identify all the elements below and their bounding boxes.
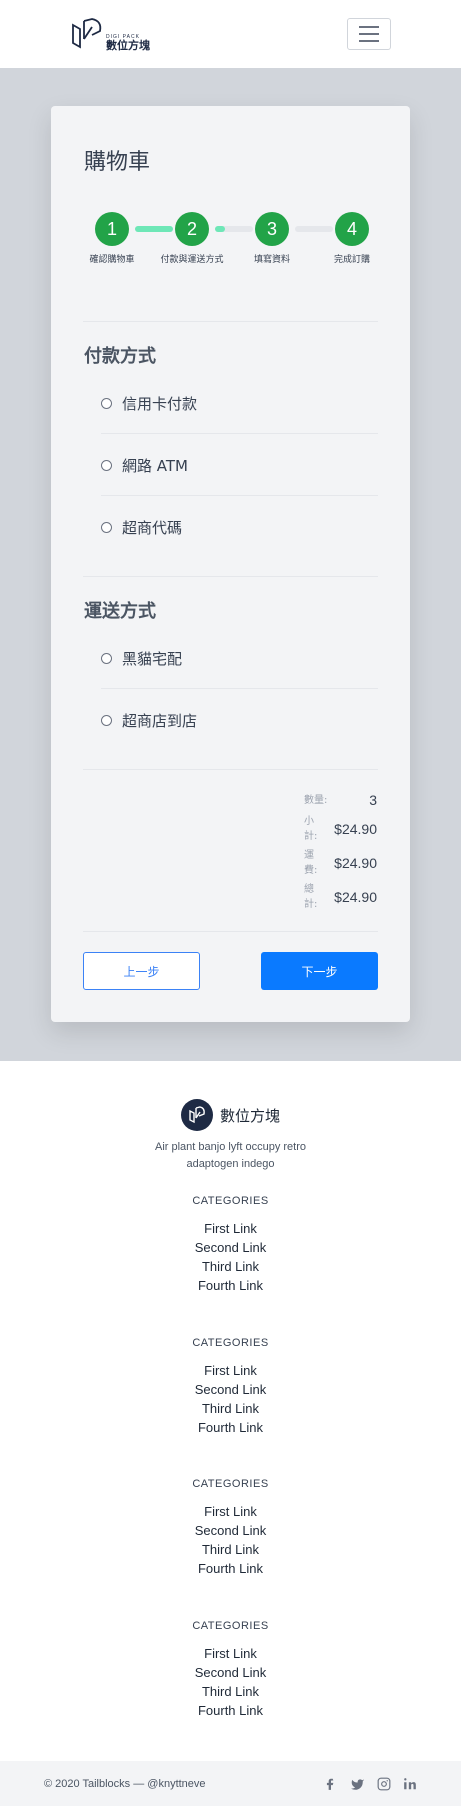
footer-link[interactable]: First Link bbox=[204, 1361, 257, 1380]
footer-link[interactable]: Third Link bbox=[202, 1682, 259, 1701]
footer-description: Air plant banjo lyft occupy retro adapto… bbox=[154, 1141, 307, 1170]
quantity-value: 3 bbox=[369, 792, 377, 808]
summary-quantity: 數量: 3 bbox=[304, 792, 377, 808]
subtotal-label: 小計: bbox=[304, 816, 318, 842]
footer-category: CATEGORIES First Link Second Link Third … bbox=[0, 1620, 461, 1720]
radio-button[interactable] bbox=[101, 715, 112, 726]
step-connector-progress bbox=[135, 226, 173, 232]
summary-shipping-fee: 運費: $24.90 bbox=[304, 848, 377, 878]
step-1-label: 確認購物車 bbox=[89, 255, 135, 265]
top-nav: DIGI PACK 數位方塊 bbox=[0, 0, 461, 68]
summary-subtotal: 小計: $24.90 bbox=[304, 814, 377, 844]
logo[interactable]: DIGI PACK 數位方塊 bbox=[70, 17, 150, 51]
footer-link[interactable]: Second Link bbox=[195, 1663, 267, 1682]
copyright: © 2020 Tailblocks — @knyttneve bbox=[44, 1777, 206, 1790]
facebook-icon[interactable] bbox=[324, 1777, 338, 1791]
footer-logo-icon bbox=[180, 1099, 213, 1131]
footer-link[interactable]: First Link bbox=[204, 1644, 257, 1663]
cart-card: 購物車 1 2 3 4 確認購物車 付款與運送方式 填寫資料 完成訂購 付款方式… bbox=[51, 106, 410, 1022]
linkedin-icon[interactable] bbox=[403, 1777, 417, 1791]
footer-link[interactable]: First Link bbox=[204, 1502, 257, 1521]
category-title: CATEGORIES bbox=[192, 1195, 269, 1207]
footer-link[interactable]: Third Link bbox=[202, 1540, 259, 1559]
shipping-fee-label: 運費: bbox=[304, 850, 318, 876]
footer-link[interactable]: Second Link bbox=[195, 1521, 267, 1540]
divider bbox=[101, 433, 378, 434]
menu-icon-bar bbox=[359, 40, 379, 42]
footer-link[interactable]: Third Link bbox=[202, 1257, 259, 1276]
prev-step-button[interactable]: 上一步 bbox=[83, 952, 200, 990]
menu-icon-bar bbox=[359, 33, 379, 35]
step-4-label: 完成訂購 bbox=[333, 255, 371, 265]
quantity-label: 數量: bbox=[304, 794, 328, 806]
step-2[interactable]: 2 bbox=[175, 212, 209, 246]
divider bbox=[101, 688, 378, 689]
option-label: 信用卡付款 bbox=[122, 395, 198, 413]
step-3[interactable]: 3 bbox=[255, 212, 289, 246]
shipping-option-home-delivery[interactable]: 黑貓宅配 bbox=[101, 648, 182, 669]
logo-icon bbox=[72, 18, 102, 49]
payment-option-atm[interactable]: 網路 ATM bbox=[101, 455, 188, 476]
step-2-label: 付款與運送方式 bbox=[160, 255, 224, 265]
checkout-section: 購物車 1 2 3 4 確認購物車 付款與運送方式 填寫資料 完成訂購 付款方式… bbox=[0, 68, 461, 1061]
option-label: 超商店到店 bbox=[122, 712, 198, 730]
divider bbox=[83, 931, 378, 932]
footer-category: CATEGORIES First Link Second Link Third … bbox=[0, 1478, 461, 1578]
menu-icon-bar bbox=[359, 26, 379, 28]
footer-link[interactable]: First Link bbox=[204, 1219, 257, 1238]
payment-option-credit-card[interactable]: 信用卡付款 bbox=[101, 393, 197, 414]
page-title: 購物車 bbox=[84, 150, 151, 175]
footer-link[interactable]: Second Link bbox=[195, 1238, 267, 1257]
footer-link[interactable]: Fourth Link bbox=[198, 1276, 263, 1295]
divider bbox=[83, 769, 378, 770]
radio-button[interactable] bbox=[101, 653, 112, 664]
footer-brand-name: 數位方塊 bbox=[219, 1106, 280, 1125]
radio-button[interactable] bbox=[101, 522, 112, 533]
payment-option-convenience-code[interactable]: 超商代碼 bbox=[101, 517, 182, 538]
step-3-label: 填寫資料 bbox=[253, 255, 291, 265]
total-value: $24.90 bbox=[334, 889, 377, 905]
step-4[interactable]: 4 bbox=[335, 212, 369, 246]
divider bbox=[83, 321, 378, 322]
category-title: CATEGORIES bbox=[192, 1620, 269, 1632]
option-label: 黑貓宅配 bbox=[122, 650, 183, 668]
category-title: CATEGORIES bbox=[192, 1478, 269, 1490]
category-title: CATEGORIES bbox=[192, 1337, 269, 1349]
instagram-icon[interactable] bbox=[377, 1777, 391, 1791]
footer-link[interactable]: Fourth Link bbox=[198, 1559, 263, 1578]
shipping-option-store-pickup[interactable]: 超商店到店 bbox=[101, 710, 197, 731]
option-label: 網路 ATM bbox=[122, 457, 188, 475]
step-connector bbox=[295, 226, 333, 232]
twitter-icon[interactable] bbox=[350, 1777, 365, 1791]
bottom-bar: © 2020 Tailblocks — @knyttneve bbox=[0, 1761, 461, 1806]
social-links bbox=[324, 1777, 417, 1791]
subtotal-value: $24.90 bbox=[334, 821, 377, 837]
divider bbox=[83, 576, 378, 577]
total-label: 總計: bbox=[304, 884, 318, 910]
shipping-section-title: 運送方式 bbox=[84, 601, 156, 622]
menu-toggle-button[interactable] bbox=[347, 18, 391, 50]
footer-brand[interactable]: 數位方塊 bbox=[0, 1099, 461, 1131]
payment-section-title: 付款方式 bbox=[84, 346, 156, 367]
step-connector bbox=[215, 226, 253, 232]
logo-name: 數位方塊 bbox=[106, 39, 150, 52]
next-step-button[interactable]: 下一步 bbox=[261, 952, 378, 990]
footer: 數位方塊 Air plant banjo lyft occupy retro a… bbox=[0, 1061, 461, 1761]
radio-button[interactable] bbox=[101, 460, 112, 471]
step-connector-progress bbox=[215, 226, 225, 232]
radio-button[interactable] bbox=[101, 398, 112, 409]
footer-category: CATEGORIES First Link Second Link Third … bbox=[0, 1337, 461, 1437]
step-1[interactable]: 1 bbox=[95, 212, 129, 246]
step-connector bbox=[135, 226, 173, 232]
summary-total: 總計: $24.90 bbox=[304, 882, 377, 912]
footer-category: CATEGORIES First Link Second Link Third … bbox=[0, 1195, 461, 1295]
option-label: 超商代碼 bbox=[122, 519, 183, 537]
footer-link[interactable]: Third Link bbox=[202, 1399, 259, 1418]
footer-link[interactable]: Fourth Link bbox=[198, 1418, 263, 1437]
footer-link[interactable]: Fourth Link bbox=[198, 1701, 263, 1720]
footer-link[interactable]: Second Link bbox=[195, 1380, 267, 1399]
divider bbox=[101, 495, 378, 496]
shipping-fee-value: $24.90 bbox=[334, 855, 377, 871]
